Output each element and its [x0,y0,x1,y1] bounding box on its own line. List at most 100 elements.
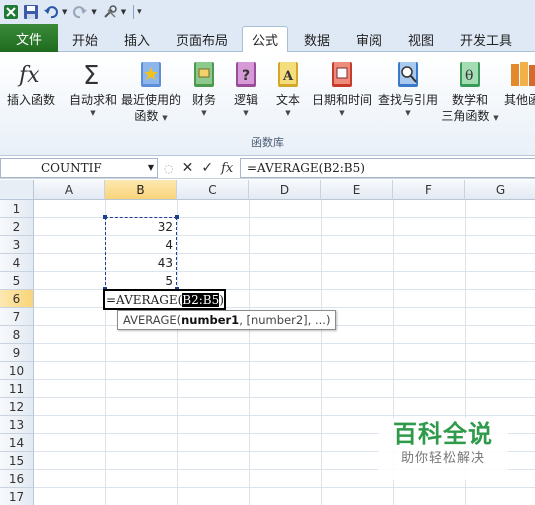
tools-dropdown-icon[interactable]: ▼ [121,8,126,16]
book-text-icon: A [273,58,303,90]
resize-handle-icon[interactable]: ◌ [164,162,174,175]
tab-home[interactable]: 开始 [66,26,104,52]
sigma-icon: Σ [78,58,108,90]
row-header-8[interactable]: 8 [0,326,34,344]
date-time-label: 日期和时间 [311,93,372,107]
gridline [34,379,535,380]
cancel-icon[interactable]: ✕ [182,160,194,176]
tools-icon[interactable] [101,3,119,21]
tooltip-current-argument: number1 [181,313,240,327]
row-header-13[interactable]: 13 [0,416,34,434]
tab-developer[interactable]: 开发工具 [454,26,518,52]
row-header-6[interactable]: 6 [0,290,34,308]
date-time-button[interactable]: 日期和时间 ▼ [310,58,374,118]
row-header-12[interactable]: 12 [0,398,34,416]
enter-icon[interactable]: ✓ [201,160,213,176]
select-all-corner[interactable] [0,180,34,200]
tab-file[interactable]: 文件 [0,24,58,52]
insert-function-button[interactable]: fx 插入函数 [4,58,58,108]
book-question-icon: ? [231,58,261,90]
tab-insert[interactable]: 插入 [118,26,156,52]
row-header-7[interactable]: 7 [0,308,34,326]
insert-function-icon[interactable]: fx [221,161,233,176]
row-header-16[interactable]: 16 [0,470,34,488]
formula-suffix: ) [219,293,224,307]
tab-page-layout[interactable]: 页面布局 [170,26,234,52]
row-header-2[interactable]: 2 [0,218,34,236]
function-tooltip[interactable]: AVERAGE(number1, [number2], ...) [117,310,337,330]
column-header-b[interactable]: B [105,180,177,200]
formula-bar: COUNTIF ▼ ◌ ✕ ✓ fx =AVERAGE(B2:B5) [0,157,535,179]
range-handle[interactable] [103,215,107,219]
formula-input[interactable]: =AVERAGE(B2:B5) [240,158,535,178]
tab-data[interactable]: 数据 [298,26,336,52]
range-handle[interactable] [175,215,179,219]
quick-access-toolbar: ▼ ▼ ▼ ▾ [0,0,535,24]
column-header-g[interactable]: G [465,180,535,200]
tooltip-remaining-arguments: , [number2], ...) [239,313,331,327]
recently-used-label-1: 最近使用的 [120,93,181,107]
svg-text:?: ? [242,68,250,84]
logical-button[interactable]: ? 逻辑 ▼ [228,58,264,118]
recently-used-label-2: 函数 ▼ [134,109,168,123]
ribbon-function-library: fx 插入函数 Σ 自动求和 ▼ 最近使用的 函数 ▼ 财务 ▼ ? 逻辑 ▼ [0,52,535,156]
row-header-5[interactable]: 5 [0,272,34,290]
autosum-button[interactable]: Σ 自动求和 ▼ [66,58,120,118]
redo-icon[interactable] [71,3,89,21]
text-button[interactable]: A 文本 ▼ [270,58,306,118]
book-calendar-icon [327,58,357,90]
chevron-down-icon: ▼ [243,109,249,117]
math-trig-button[interactable]: θ 数学和 三角函数 ▼ [440,58,500,124]
gridline [34,343,535,344]
row-header-10[interactable]: 10 [0,362,34,380]
row-header-1[interactable]: 1 [0,200,34,218]
row-header-17[interactable]: 17 [0,488,34,505]
name-box[interactable]: COUNTIF ▼ [0,158,158,178]
autosum-label: 自动求和 [68,93,117,107]
lookup-reference-button[interactable]: 查找与引用 ▼ [376,58,440,118]
toolbar-separator [133,5,135,19]
row-header-14[interactable]: 14 [0,434,34,452]
gridline [321,200,322,505]
book-money-icon [189,58,219,90]
chevron-down-icon: ▼ [285,109,291,117]
more-functions-button[interactable]: 其他函 [502,58,535,108]
recently-used-button[interactable]: 最近使用的 函数 ▼ [120,58,182,124]
financial-button[interactable]: 财务 ▼ [186,58,222,118]
gridline [34,487,535,488]
chevron-down-icon: ▼ [405,109,411,117]
watermark-subtitle: 助你轻松解决 [400,451,485,466]
tooltip-function-name: AVERAGE( [123,313,182,327]
column-header-e[interactable]: E [321,180,393,200]
column-header-a[interactable]: A [34,180,105,200]
gridline [34,397,535,398]
redo-dropdown-icon[interactable]: ▼ [91,8,96,16]
lookup-reference-label: 查找与引用 [377,93,438,107]
tab-review[interactable]: 审阅 [350,26,388,52]
undo-dropdown-icon[interactable]: ▼ [62,8,67,16]
customize-toolbar-icon[interactable]: ▾ [137,7,142,17]
row-header-4[interactable]: 4 [0,254,34,272]
save-icon[interactable] [22,3,40,21]
column-header-c[interactable]: C [177,180,249,200]
row-header-11[interactable]: 11 [0,380,34,398]
column-header-d[interactable]: D [249,180,321,200]
excel-logo-icon [2,3,20,21]
financial-label: 财务 [191,93,216,107]
gridline [34,415,535,416]
active-cell-editor[interactable]: =AVERAGE(B2:B5) [103,289,226,310]
name-box-dropdown-icon[interactable]: ▼ [148,159,154,177]
row-header-3[interactable]: 3 [0,236,34,254]
column-header-f[interactable]: F [393,180,465,200]
svg-text:θ: θ [465,68,473,84]
svg-text:fx: fx [17,63,40,88]
tab-view[interactable]: 视图 [402,26,440,52]
row-header-9[interactable]: 9 [0,344,34,362]
row-header-15[interactable]: 15 [0,452,34,470]
formula-buttons: ◌ ✕ ✓ fx [162,159,238,177]
undo-icon[interactable] [42,3,60,21]
watermark: 百科全说 助你轻松解决 [378,418,508,480]
chevron-down-icon: ▼ [339,109,345,117]
tab-formulas[interactable]: 公式 [242,26,288,53]
logical-label: 逻辑 [233,93,258,107]
